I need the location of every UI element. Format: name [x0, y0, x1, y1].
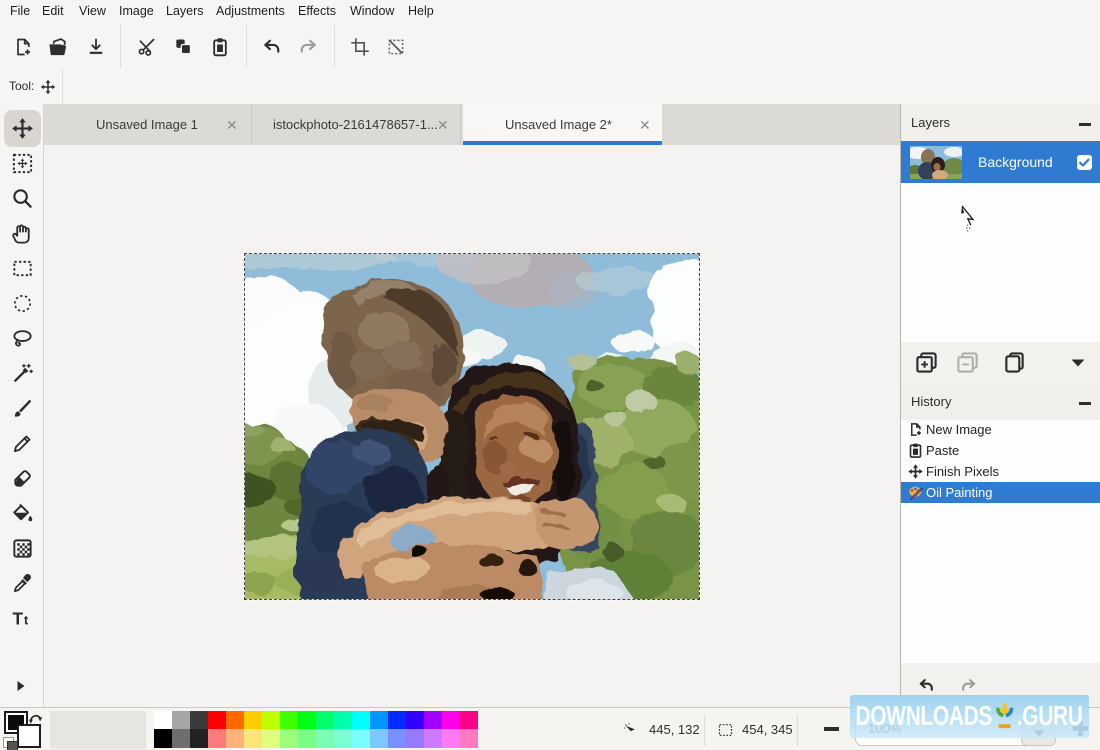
svg-text:t: t	[24, 613, 28, 627]
svg-text:T: T	[12, 608, 23, 628]
